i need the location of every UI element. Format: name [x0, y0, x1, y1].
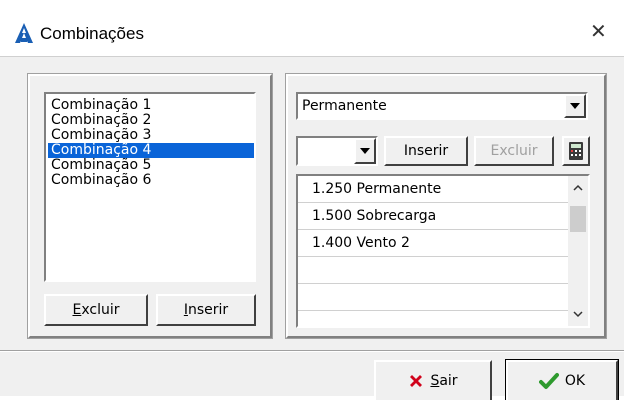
inserir-label: nserir [187, 302, 229, 318]
calculator-button[interactable] [562, 136, 590, 166]
case-select[interactable]: Permanente [296, 92, 588, 120]
list-item[interactable]: Combinação 4 [48, 143, 254, 158]
scroll-up-icon[interactable] [573, 184, 583, 192]
list-item[interactable]: Combinação 6 [48, 173, 254, 188]
case-select-dropdown-button[interactable] [564, 94, 586, 118]
table-row[interactable]: 1.500 Sobrecarga [298, 203, 568, 230]
list-item[interactable]: Combinação 2 [48, 113, 254, 128]
right-excluir-button[interactable]: Excluir [474, 136, 554, 166]
title-bar: Combinações ✕ [0, 0, 624, 56]
footer-separator [0, 350, 624, 352]
sair-mnemonic: S [430, 373, 440, 389]
table-row[interactable] [298, 284, 568, 311]
list-item[interactable]: Combinação 3 [48, 128, 254, 143]
close-icon[interactable]: ✕ [590, 22, 607, 42]
combination-list[interactable]: Combinação 1 Combinação 2 Combinação 3 Comb… [44, 92, 256, 282]
table-row[interactable] [298, 257, 568, 284]
close-icon [410, 375, 423, 387]
scroll-down-icon[interactable] [573, 310, 583, 318]
table-row[interactable]: 1.400 Vento 2 [298, 230, 568, 257]
window-title: Combinações [40, 24, 144, 43]
excluir-button[interactable]: Excluir [44, 294, 148, 326]
combination-grid[interactable]: 1.250 Permanente 1.500 Sobrecarga 1.400 Ve… [296, 174, 590, 328]
app-icon [14, 22, 34, 44]
sair-button[interactable]: Sair [374, 360, 492, 400]
chevron-down-icon [570, 103, 580, 109]
case-select-value: Permanente [302, 98, 387, 114]
list-item[interactable]: Combinação 1 [48, 98, 254, 113]
excluir-mnemonic: E [72, 302, 82, 318]
checkmark-icon [538, 373, 559, 389]
right-inserir-button[interactable]: Inserir [384, 136, 468, 166]
list-item[interactable]: Combinação 5 [48, 158, 254, 173]
chevron-down-icon [360, 148, 370, 154]
factor-select[interactable] [296, 136, 378, 166]
excluir-label: xcluir [81, 302, 120, 318]
sair-label: air [439, 373, 458, 389]
ok-label: OK [564, 373, 586, 389]
ok-button[interactable]: OK [505, 359, 619, 400]
grid-rows: 1.250 Permanente 1.500 Sobrecarga 1.400 Ve… [298, 176, 568, 311]
calculator-icon [569, 142, 583, 160]
grid-scrollbar[interactable] [568, 176, 588, 326]
inserir-button[interactable]: Inserir [156, 294, 256, 326]
scrollbar-thumb[interactable] [570, 206, 586, 232]
factor-select-dropdown-button[interactable] [354, 138, 376, 164]
table-row[interactable]: 1.250 Permanente [298, 176, 568, 203]
